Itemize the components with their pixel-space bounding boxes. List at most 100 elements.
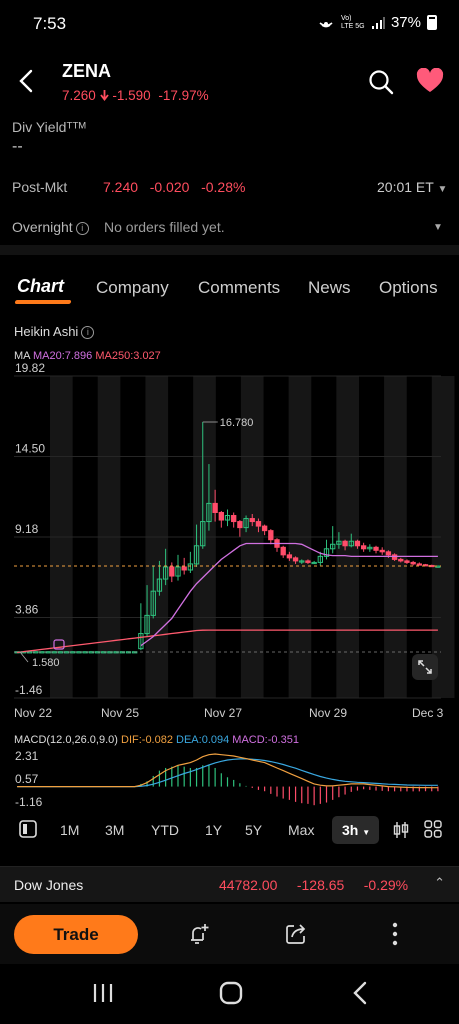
- tab-bar: Chart Company Comments News Options: [0, 272, 459, 308]
- period-5y[interactable]: 5Y: [245, 822, 262, 838]
- macd-legend: MACD(12.0,26.0,9.0) DIF:-0.082 DEA:0.094…: [14, 734, 299, 746]
- candle-body: [169, 566, 175, 577]
- index-ticker-bar[interactable]: Dow Jones 44782.00 -128.65 -0.29% ⌃: [0, 866, 459, 902]
- y-tick-label: 19.82: [15, 362, 45, 375]
- tab-chart[interactable]: Chart: [17, 276, 64, 297]
- period-max[interactable]: Max: [288, 822, 314, 838]
- back-nav-icon[interactable]: [352, 981, 368, 1005]
- x-tick-label: Nov 25: [101, 706, 139, 720]
- index-name: Dow Jones: [14, 877, 84, 893]
- hotspot-icon: [319, 21, 333, 27]
- tab-comments[interactable]: Comments: [198, 278, 280, 298]
- y-tick-label: -1.46: [15, 683, 43, 697]
- low-label: 1.580: [32, 657, 60, 669]
- heart-icon[interactable]: [416, 68, 444, 94]
- last-price: 7.260: [62, 88, 96, 103]
- grid-layout-icon[interactable]: [424, 820, 442, 838]
- ma-legend: MA MA20:7.896 MA250:3.027: [14, 350, 161, 362]
- home-icon[interactable]: [219, 981, 243, 1005]
- trade-button[interactable]: Trade: [14, 915, 138, 954]
- tab-news[interactable]: News: [308, 278, 351, 298]
- x-tick-label: Dec 3: [412, 706, 444, 720]
- sidebar-toggle-icon[interactable]: [19, 820, 37, 838]
- overnight-label-text: Overnight: [12, 219, 73, 235]
- chevron-down-icon: ▼: [362, 828, 371, 837]
- period-1y[interactable]: 1Y: [205, 822, 222, 838]
- price-change: -1.590: [112, 88, 151, 103]
- overnight-expand-icon[interactable]: ▼: [433, 222, 443, 233]
- macd-params: MACD(12.0,26.0,9.0): [14, 734, 118, 746]
- post-market-time-label: 20:01 ET: [377, 179, 434, 195]
- candle-body: [379, 549, 385, 553]
- candle-body: [404, 560, 410, 563]
- overnight-label: Overnight i: [12, 219, 89, 235]
- info-icon[interactable]: i: [81, 326, 95, 339]
- chevron-up-icon[interactable]: ⌃: [434, 875, 445, 891]
- macd-y-tick: 2.31: [15, 749, 39, 763]
- post-market-values: 7.240 -0.020 -0.28%: [103, 179, 246, 195]
- period-selector: 1M 3M YTD 1Y 5Y Max 3h ▼: [0, 814, 459, 846]
- div-yield-label: Div Yieldᵀᵀᴹ: [12, 119, 86, 135]
- recent-apps-icon[interactable]: [92, 982, 114, 1004]
- candle-body: [416, 563, 423, 566]
- search-icon[interactable]: [368, 69, 394, 95]
- action-bar: Trade: [0, 904, 459, 964]
- div-yield-value: --: [12, 138, 23, 155]
- candle-body: [342, 540, 348, 547]
- ma20-value: MA20:7.896: [32, 350, 93, 362]
- period-1m[interactable]: 1M: [60, 822, 79, 838]
- alert-bell-icon[interactable]: [186, 922, 210, 946]
- arrow-down-icon: [99, 90, 109, 101]
- indicator-icon[interactable]: [393, 821, 409, 839]
- more-options-icon[interactable]: [391, 922, 399, 946]
- candle-body: [391, 554, 398, 560]
- price-quote: 7.260 -1.590 -17.97%: [62, 88, 209, 103]
- candle-body: [268, 530, 274, 541]
- period-3h-dropdown[interactable]: 3h ▼: [332, 816, 379, 844]
- status-icons: Vo) LTE 5G 37%: [317, 14, 437, 31]
- back-icon[interactable]: [14, 67, 38, 95]
- macd-dif: DIF:-0.082: [121, 734, 173, 746]
- x-tick-label: Nov 29: [309, 706, 347, 720]
- candle-body: [410, 561, 416, 565]
- candle-body: [231, 515, 237, 523]
- period-ytd[interactable]: YTD: [151, 822, 179, 838]
- share-icon[interactable]: [284, 922, 308, 946]
- index-values: 44782.00 -128.65 -0.29%: [219, 877, 409, 893]
- candle-body: [354, 540, 361, 547]
- macd-y-tick: 0.57: [15, 772, 39, 786]
- info-icon[interactable]: i: [75, 222, 89, 235]
- high-label: 16.780: [220, 417, 254, 429]
- network-label: Vo) LTE 5G: [340, 14, 365, 30]
- candle-body: [212, 502, 218, 513]
- macd-chart[interactable]: 2.31 0.57 -1.16: [0, 748, 459, 808]
- tab-active-indicator: [14, 300, 72, 304]
- candle-body: [255, 521, 262, 527]
- overnight-value: No orders filled yet.: [104, 219, 225, 235]
- low-leader-line: [19, 651, 29, 663]
- candle-body: [261, 525, 268, 532]
- status-time: 7:53: [33, 14, 67, 33]
- tab-options[interactable]: Options: [379, 278, 438, 298]
- x-tick-label: Nov 27: [204, 706, 242, 720]
- post-market-time[interactable]: 20:01 ET ▼: [377, 179, 447, 195]
- candle-body: [249, 518, 255, 523]
- candle-body: [292, 557, 299, 562]
- tab-company[interactable]: Company: [96, 278, 169, 298]
- chevron-down-icon: ▼: [437, 184, 448, 195]
- stock-header: ZENA 7.260 -1.590 -17.97%: [0, 55, 459, 110]
- price-chart[interactable]: 19.82 14.50 9.18 3.86 -1.46 Nov 22 Nov 25 Nov 2…: [0, 362, 459, 726]
- candle-body: [373, 546, 379, 551]
- x-tick-label: Nov 22: [14, 706, 52, 720]
- period-3m[interactable]: 3M: [105, 822, 124, 838]
- macd-dea: DEA:0.094: [176, 734, 230, 746]
- candle-body: [237, 521, 243, 529]
- candle-body: [398, 558, 404, 562]
- status-bar: 7:53 Vo) LTE 5G 37%: [0, 0, 459, 48]
- candle-body: [218, 511, 224, 521]
- period-3h-label: 3h: [342, 822, 359, 838]
- battery-percent: 37%: [390, 14, 421, 31]
- chart-type-label[interactable]: Heikin Ashi i: [14, 324, 95, 339]
- candle-body: [385, 551, 392, 556]
- candle-body: [286, 554, 293, 559]
